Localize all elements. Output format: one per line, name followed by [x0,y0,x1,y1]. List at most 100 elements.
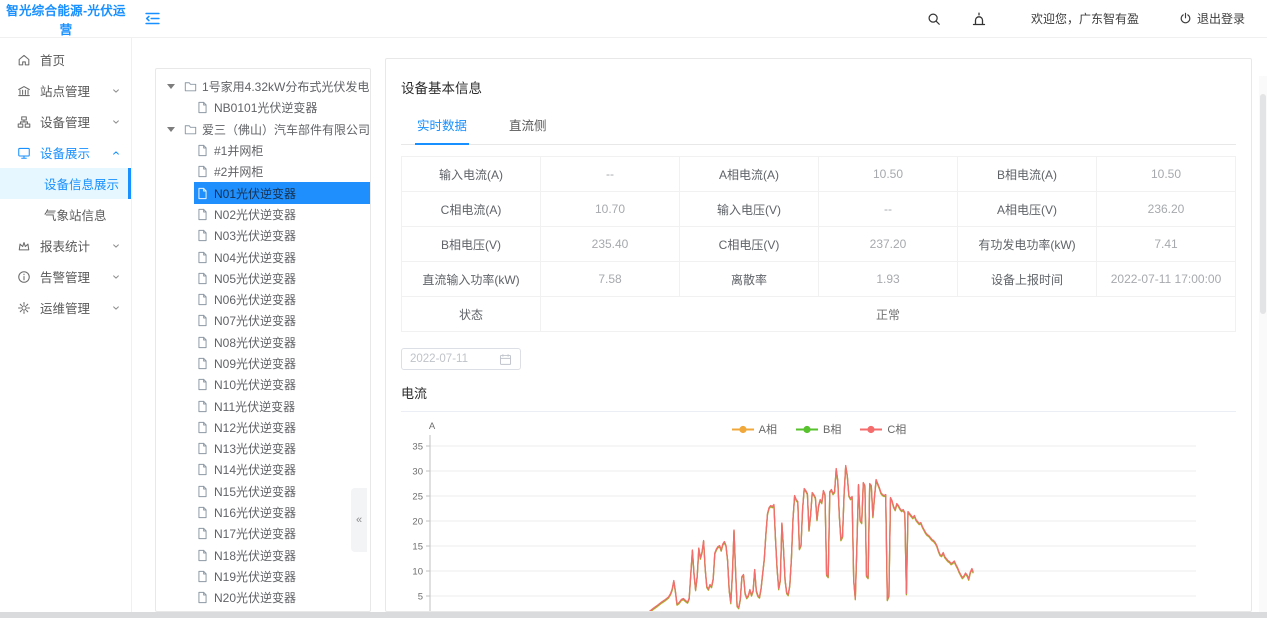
sidebar-item-device-mgmt[interactable]: 设备管理 [0,106,131,137]
file-icon [196,208,209,221]
sidebar-item-ops-mgmt[interactable]: 运维管理 [0,292,131,323]
tree-device-node[interactable]: N12光伏逆变器 [156,417,370,438]
tree-node-content: N10光伏逆变器 [194,374,370,395]
legend-marker-icon [859,425,883,434]
sidebar-subitem[interactable]: 气象站信息 [0,199,131,230]
sidebar-subitem[interactable]: 设备信息展示 [0,168,131,199]
tree-device-node[interactable]: NB0101光伏逆变器 [156,97,370,118]
tree-node-content: N14光伏逆变器 [194,459,370,480]
current-chart: A相 B相 C相 0510152025303500:0001:0002:0003:0… [401,412,1236,612]
file-icon [196,101,209,114]
sidebar-item-home[interactable]: 首页 [0,44,131,75]
tab-dc-side[interactable]: 直流侧 [507,110,549,144]
tree-device-node[interactable]: N16光伏逆变器 [156,502,370,523]
alarm-icon[interactable] [971,11,987,27]
tree-collapse-handle[interactable]: « [351,488,367,552]
info-value: 10.50 [1097,157,1236,192]
tree-folder-node[interactable]: 1号家用4.32kW分布式光伏发电站 [156,76,370,97]
tree-node-content: 爱三（佛山）汽车部件有限公司光伏发 [182,119,370,140]
tree-device-node[interactable]: N02光伏逆变器 [156,204,370,225]
tree-node-content: N19光伏逆变器 [194,566,370,587]
date-picker[interactable]: 2022-07-11 [401,348,521,370]
info-value: 235.40 [541,227,680,262]
tree-node-content: N13光伏逆变器 [194,438,370,459]
tree-node-label: N13光伏逆变器 [214,440,296,457]
tree-device-node[interactable]: N04光伏逆变器 [156,246,370,267]
info-label: 设备上报时间 [958,262,1097,297]
legend-item-B相[interactable]: B相 [795,421,841,437]
svg-text:15: 15 [412,542,423,553]
tree-node-label: N06光伏逆变器 [214,291,296,308]
tree-device-node[interactable]: N06光伏逆变器 [156,289,370,310]
info-label: 有功发电功率(kW) [958,227,1097,262]
tree-device-node[interactable]: N15光伏逆变器 [156,481,370,502]
sidebar-item-report-stats[interactable]: 报表统计 [0,230,131,261]
vertical-scrollbar[interactable] [1259,76,1267,612]
tree-node-label: 爱三（佛山）汽车部件有限公司光伏发 [202,121,370,138]
tree-device-node[interactable]: N19光伏逆变器 [156,566,370,587]
tree-node-content: 1号家用4.32kW分布式光伏发电站 [182,76,370,97]
tree-device-node[interactable]: #2并网柜 [156,161,370,182]
info-label: 直流输入功率(kW) [402,262,541,297]
tree-device-node[interactable]: N05光伏逆变器 [156,268,370,289]
tree-device-node[interactable]: N20光伏逆变器 [156,587,370,608]
sidebar-item-label: 首页 [40,50,65,69]
menu-fold-icon[interactable] [144,10,161,27]
tree-device-node[interactable]: #1并网柜 [156,140,370,161]
file-icon [196,506,209,519]
legend-item-A相[interactable]: A相 [731,421,777,437]
chevron-down [111,117,121,127]
tab-realtime-data[interactable]: 实时数据 [415,110,469,145]
tree-node-label: N19光伏逆变器 [214,568,296,585]
current-section-title: 电流 [401,383,1236,412]
tree-device-node[interactable]: N03光伏逆变器 [156,225,370,246]
info-value: 7.58 [541,262,680,297]
tree-device-node[interactable]: N17光伏逆变器 [156,523,370,544]
info-label: 输入电压(V) [680,192,819,227]
sidebar-item-label: 告警管理 [40,267,90,286]
tree-node-content: NB0101光伏逆变器 [194,97,370,118]
chevron-down-icon [111,117,121,127]
tree-node-content: #1并网柜 [194,140,370,161]
sidebar-item-site-mgmt[interactable]: 站点管理 [0,75,131,106]
tree-device-node[interactable]: N10光伏逆变器 [156,374,370,395]
tree-node-label: NB0101光伏逆变器 [214,99,317,116]
device-tree-panel: 1号家用4.32kW分布式光伏发电站 NB0101光伏逆变器爱三（佛山）汽车部件有… [155,68,371,612]
caret-down-icon[interactable] [167,127,175,132]
logout-button[interactable]: 退出登录 [1179,10,1245,27]
tree-device-node[interactable]: N11光伏逆变器 [156,395,370,416]
search-icon[interactable] [927,12,941,26]
scrollbar-thumb[interactable] [1260,94,1266,314]
app-logo: 智光综合能源-光伏运营 [0,0,132,38]
chevron-down-icon [111,303,121,313]
tree-node-content: N18光伏逆变器 [194,545,370,566]
tree-device-node[interactable]: N09光伏逆变器 [156,353,370,374]
horizontal-scrollbar[interactable] [0,612,1267,618]
tree-device-node[interactable]: N08光伏逆变器 [156,332,370,353]
file-icon [196,378,209,391]
chevron-down [111,303,121,313]
tree-node-label: N10光伏逆变器 [214,376,296,393]
caret-down-icon[interactable] [167,84,175,89]
tree-node-label: N05光伏逆变器 [214,270,296,287]
file-icon [196,485,209,498]
status-label: 状态 [402,297,541,332]
tree-device-node[interactable]: N13光伏逆变器 [156,438,370,459]
sidebar-item-device-display[interactable]: 设备展示 [0,137,131,168]
tree-device-node[interactable]: N14光伏逆变器 [156,459,370,480]
tree-device-node[interactable]: N07光伏逆变器 [156,310,370,331]
legend-item-C相[interactable]: C相 [859,421,906,437]
folder-icon [184,80,197,93]
sidebar-item-alarm-mgmt[interactable]: 告警管理 [0,261,131,292]
tree-folder-node[interactable]: 爱三（佛山）汽车部件有限公司光伏发 [156,119,370,140]
current-line-chart-svg: 0510152025303500:0001:0002:0003:0004:000… [401,412,1236,612]
chevron-up-icon [111,148,121,158]
tree-node-label: N03光伏逆变器 [214,227,296,244]
tree-node-content: N03光伏逆变器 [194,225,370,246]
gear-icon [17,301,31,315]
calendar-icon [499,353,512,366]
sidebar-item-label: 站点管理 [40,81,90,100]
tree-device-node[interactable]: N01光伏逆变器 [156,182,370,203]
file-icon [196,549,209,562]
tree-device-node[interactable]: N18光伏逆变器 [156,545,370,566]
